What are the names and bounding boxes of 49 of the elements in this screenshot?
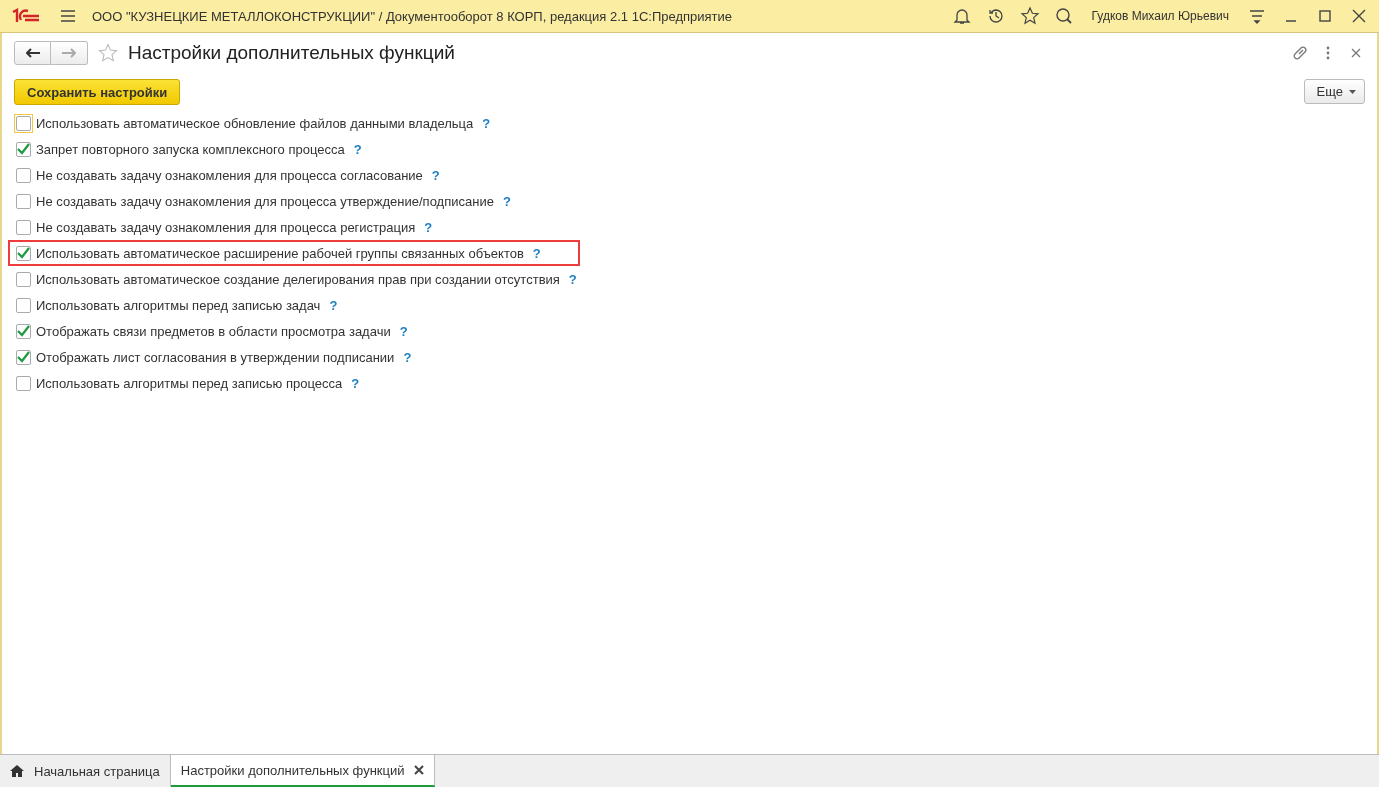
help-link[interactable]: ? (403, 349, 412, 365)
option-label[interactable]: Отображать связи предметов в области просмотра задачи (36, 323, 391, 339)
help-link[interactable]: ? (431, 167, 440, 183)
caret-icon (1349, 89, 1356, 94)
star-icon[interactable] (98, 43, 118, 63)
help-link[interactable]: ? (482, 115, 491, 131)
more-button[interactable]: Еще (1303, 79, 1365, 104)
checkbox[interactable] (16, 323, 31, 339)
help-link[interactable]: ? (399, 323, 408, 339)
option-label[interactable]: Использовать автоматическое создание делегирования прав при создании отсутствия (36, 271, 560, 287)
form-title: Настройки дополнительных функций (128, 42, 456, 64)
star-icon[interactable] (1019, 6, 1040, 26)
help-link[interactable]: ? (351, 375, 360, 391)
close-icon[interactable] (414, 765, 425, 775)
help-link[interactable]: ? (502, 193, 511, 209)
option-label[interactable]: Не создавать задачу ознакомления для процесса утверждение/подписание (36, 193, 494, 209)
arrow-left-icon (25, 48, 40, 58)
bell-icon[interactable] (951, 6, 972, 26)
checkbox[interactable] (16, 245, 31, 261)
checkbox[interactable] (16, 219, 31, 235)
search-icon[interactable] (1053, 6, 1074, 26)
arrow-right-icon (62, 48, 76, 58)
window-title: ООО "КУЗНЕЦКИЕ МЕТАЛЛОКОНСТРУКЦИИ" / Документооборот 8 КОРП, редакция 2.1 1С:Предприятие (92, 8, 733, 24)
option-label[interactable]: Использовать алгоритмы перед записью задач (36, 297, 321, 313)
help-link[interactable]: ? (424, 219, 433, 235)
tab[interactable]: Начальная страница (0, 755, 171, 787)
checkbox[interactable] (16, 271, 31, 287)
help-link[interactable]: ? (353, 141, 362, 157)
checkbox[interactable] (16, 167, 31, 183)
option-label[interactable]: Использовать автоматическое расширение рабочей группы связанных объектов (36, 245, 524, 261)
option-label[interactable]: Запрет повторного запуска комплексного процесса (36, 141, 345, 157)
option-label[interactable]: Использовать автоматическое обновление файлов данными владельца (36, 115, 474, 131)
help-link[interactable]: ? (568, 271, 577, 287)
checkbox[interactable] (16, 141, 31, 157)
user-name[interactable]: Гудков Михаил Юрьевич (1091, 9, 1229, 23)
checkbox[interactable] (16, 297, 31, 313)
home-icon (10, 765, 24, 777)
option-label[interactable]: Использовать алгоритмы перед записью процесса (36, 375, 343, 391)
tab[interactable]: Настройки дополнительных функций (170, 755, 436, 787)
option-label[interactable]: Отображать лист согласования в утверждении подписании (36, 349, 395, 365)
checkbox[interactable] (16, 375, 31, 391)
checkbox[interactable] (16, 349, 31, 365)
save-settings-button[interactable]: Сохранить настройки (14, 79, 181, 105)
checkbox[interactable] (16, 193, 31, 209)
option-label[interactable]: Не создавать задачу ознакомления для процесса согласование (36, 167, 423, 183)
back-button[interactable] (14, 41, 51, 65)
help-link[interactable]: ? (329, 297, 338, 313)
option-label[interactable]: Не создавать задачу ознакомления для процесса регистрация (36, 219, 416, 235)
help-link[interactable]: ? (532, 245, 541, 261)
